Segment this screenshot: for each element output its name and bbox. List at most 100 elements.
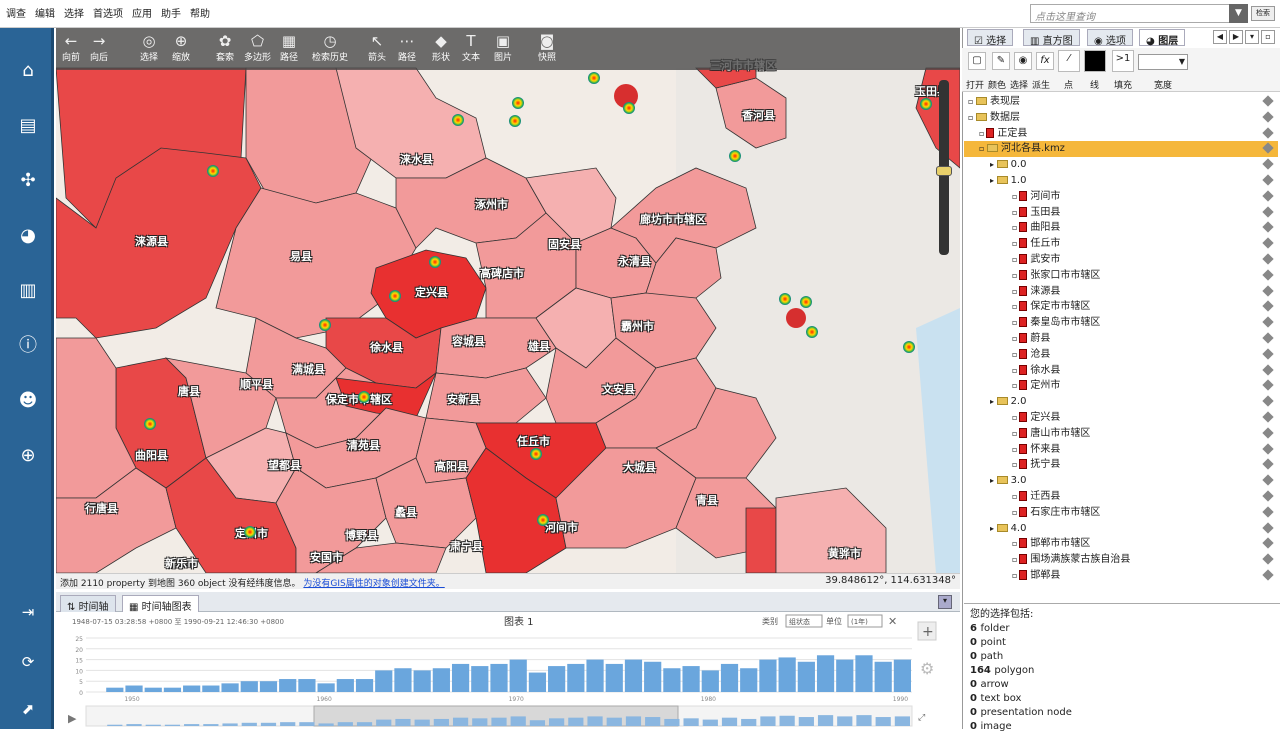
tab-next-button[interactable]: ▶	[1229, 30, 1243, 44]
tree-folder[interactable]: ▫ 数据层	[964, 110, 1278, 126]
tag-icon[interactable]	[1262, 253, 1274, 265]
chart-bar[interactable]	[701, 670, 719, 692]
tag-icon[interactable]	[1262, 300, 1274, 313]
external-link-icon[interactable]: ⬈	[17, 698, 39, 720]
tag-icon[interactable]	[1262, 474, 1274, 486]
visibility-checkbox[interactable]: ▫	[1012, 350, 1017, 359]
expand-toggle-icon[interactable]: ▫	[968, 113, 976, 122]
toolbar-route-button[interactable]: ⋯ 路径	[398, 32, 416, 63]
chart-bar[interactable]	[797, 661, 815, 692]
tag-icon[interactable]	[1262, 316, 1274, 328]
map-marker[interactable]	[623, 102, 635, 114]
chart-bar[interactable]	[451, 663, 470, 692]
toolbar-path-button[interactable]: ▦ 路径	[280, 32, 298, 63]
toolbar-lasso-button[interactable]: ✿ 套索	[216, 32, 234, 63]
visibility-checkbox[interactable]: ▫	[1012, 429, 1017, 438]
chart-bar[interactable]	[394, 668, 412, 692]
map-marker[interactable]	[207, 165, 219, 177]
tab-layers[interactable]: ◕ 图层	[1139, 29, 1186, 47]
map-marker[interactable]	[512, 97, 524, 109]
tag-icon[interactable]	[1262, 427, 1274, 439]
visibility-checkbox[interactable]: ▫	[1012, 192, 1017, 201]
menu-item[interactable]: 首选项	[93, 5, 123, 20]
chart-bar[interactable]	[624, 659, 643, 692]
panel-collapse-button[interactable]: ▫	[1261, 30, 1275, 44]
tab-select[interactable]: ☑ 选择	[967, 29, 1014, 47]
tree-folder[interactable]: ▫ 表现层	[964, 94, 1278, 110]
tag-icon[interactable]	[1262, 205, 1274, 218]
tree-layer[interactable]: ▫ 保定市市辖区	[964, 299, 1278, 315]
line-color-swatch[interactable]	[1084, 50, 1106, 72]
visibility-checkbox[interactable]: ▫	[1012, 381, 1017, 390]
tree-layer[interactable]: ▫ 迁西县	[964, 489, 1278, 505]
visibility-checkbox[interactable]: ▫	[1012, 366, 1017, 375]
chart-bar[interactable]	[471, 666, 489, 692]
tree-folder[interactable]: ▸ 2.0	[964, 394, 1278, 410]
map-marker[interactable]	[537, 514, 549, 526]
chart-bar[interactable]	[644, 661, 662, 692]
tag-icon[interactable]	[1262, 142, 1274, 155]
tree-layer[interactable]: ▫ 定州市	[964, 378, 1278, 394]
tree-layer[interactable]: ▫ 正定县	[964, 126, 1278, 142]
world-grid-icon[interactable]: ⊕	[17, 445, 39, 467]
tag-icon[interactable]	[1262, 553, 1274, 565]
tree-layer[interactable]: ▫ 武安市	[964, 252, 1278, 268]
tag-icon[interactable]	[1262, 379, 1274, 392]
chart-bar[interactable]	[125, 685, 143, 692]
menu-item[interactable]: 助手	[161, 5, 181, 20]
visibility-checkbox[interactable]: ▫	[1012, 460, 1017, 469]
map-marker[interactable]	[920, 98, 932, 110]
tag-icon[interactable]	[1262, 490, 1274, 502]
visibility-checkbox[interactable]: ▫	[1012, 492, 1017, 501]
search-input[interactable]: 点击这里查询	[1030, 4, 1248, 23]
toolbar-shape-button[interactable]: ◆ 形状	[432, 32, 450, 63]
tree-folder[interactable]: ▫ 河北各县.kmz	[964, 141, 1278, 158]
tag-icon[interactable]	[1262, 190, 1274, 202]
map-marker[interactable]	[530, 448, 542, 460]
visibility-checkbox[interactable]: ▫	[1012, 539, 1017, 548]
tab-options[interactable]: ◉ 选项	[1087, 29, 1133, 47]
chart-bar[interactable]	[816, 655, 835, 692]
chart-bar[interactable]	[855, 655, 873, 692]
tag-icon[interactable]	[1262, 111, 1274, 123]
chart-bar[interactable]	[183, 685, 201, 692]
chart-bar[interactable]	[778, 657, 796, 692]
map-marker[interactable]	[429, 256, 441, 268]
expand-toggle-icon[interactable]: ▫	[968, 97, 976, 106]
visibility-checkbox[interactable]: ▫	[979, 129, 984, 138]
visibility-checkbox[interactable]: ▫	[1012, 208, 1017, 217]
visibility-checkbox[interactable]: ▫	[1012, 223, 1017, 232]
tree-layer[interactable]: ▫ 唐山市市辖区	[964, 426, 1278, 442]
tab-timeline[interactable]: ⇅ 时间轴	[60, 595, 116, 613]
tree-layer[interactable]: ▫ 玉田县	[964, 205, 1278, 221]
visibility-checkbox[interactable]: ▫	[1012, 571, 1017, 580]
tree-layer[interactable]: ▫ 张家口市市辖区	[964, 268, 1278, 284]
tag-icon[interactable]	[1262, 174, 1274, 186]
map-marker[interactable]	[244, 526, 256, 538]
chart-bar[interactable]	[279, 679, 297, 692]
chart-bar[interactable]	[740, 668, 758, 692]
chart-bar[interactable]	[836, 659, 854, 692]
chart-bar[interactable]	[567, 663, 585, 692]
tag-icon[interactable]	[1262, 506, 1274, 518]
map-marker[interactable]	[144, 418, 156, 430]
map-marker[interactable]	[452, 114, 464, 126]
map-marker[interactable]	[588, 72, 600, 84]
tag-icon[interactable]	[1262, 458, 1274, 471]
toolbar-zoom-button[interactable]: ⊕ 缩放	[172, 32, 190, 63]
collapse-panel-button[interactable]: ▾	[938, 595, 952, 609]
create-folder-link[interactable]: 为没有GIS属性的对象创建文件夹。	[303, 579, 444, 589]
expand-toggle-icon[interactable]: ▫	[979, 144, 987, 153]
chart-bar[interactable]	[682, 666, 700, 692]
toolbar-arrow-button[interactable]: ↖ 箭头	[368, 32, 386, 63]
search-dropdown-button[interactable]: ▼	[1229, 4, 1248, 23]
settings-icon[interactable]: ⚙	[920, 659, 934, 678]
map-marker[interactable]	[319, 319, 331, 331]
tag-icon[interactable]	[1262, 411, 1274, 423]
toolbar-history-button[interactable]: ◷ 检索历史	[312, 32, 348, 63]
timeline-chart[interactable]: 1948-07-15 03:28:58 +0800 至 1990-09-21 1…	[56, 612, 960, 729]
tree-layer[interactable]: ▫ 任丘市	[964, 236, 1278, 252]
toolbar-image-button[interactable]: ▣ 图片	[494, 32, 512, 63]
chart-bar[interactable]	[874, 661, 892, 692]
tree-layer[interactable]: ▫ 曲阳县	[964, 220, 1278, 236]
